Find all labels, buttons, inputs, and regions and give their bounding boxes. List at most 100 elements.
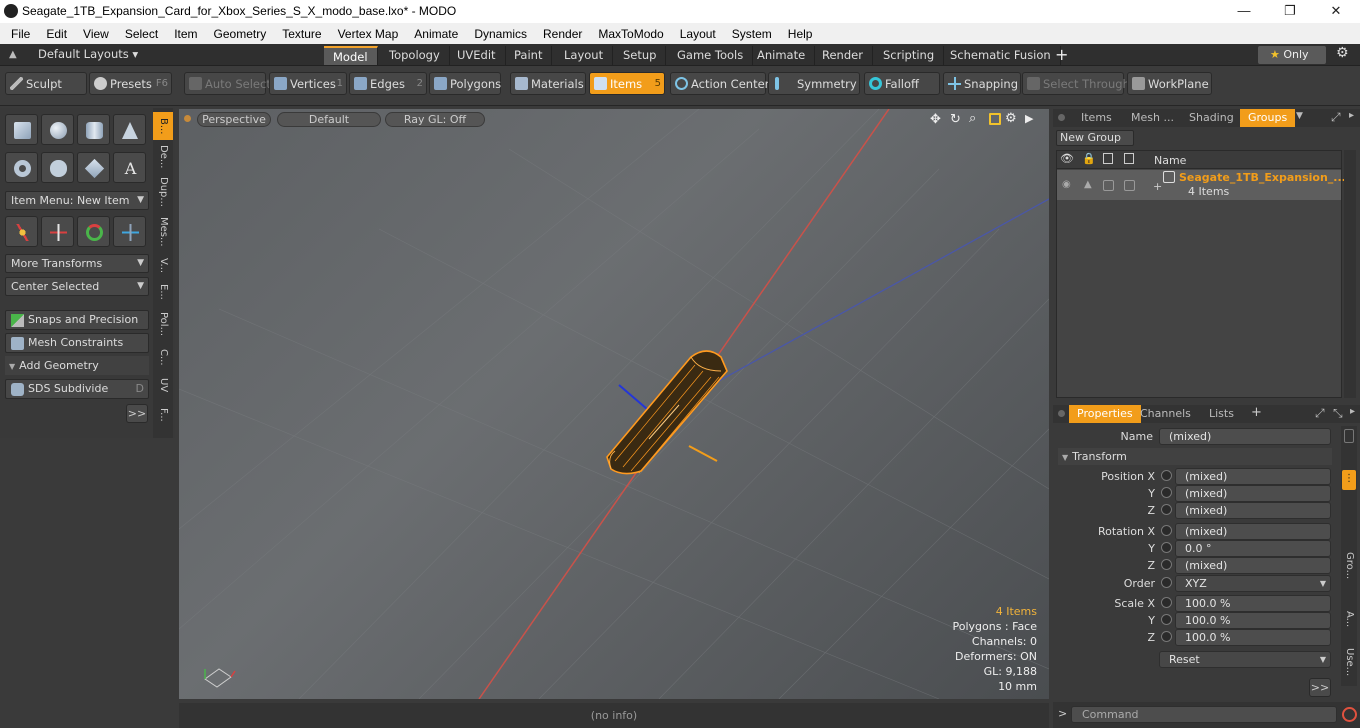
vtab-vertex[interactable]: V... — [153, 254, 173, 278]
cube-primitive-button[interactable] — [5, 114, 38, 145]
materials-button[interactable]: Materials — [510, 72, 586, 95]
tab-channels[interactable]: Channels — [1132, 405, 1199, 423]
new-group-button[interactable]: New Group — [1056, 130, 1134, 146]
tab-paint[interactable]: Paint — [505, 46, 553, 65]
default-layouts-dropdown[interactable]: Default Layouts ▾ — [38, 47, 138, 61]
tab-lists[interactable]: Lists — [1201, 405, 1242, 423]
falloff-button[interactable]: Falloff — [864, 72, 940, 95]
scale-x-field[interactable]: 100.0 % — [1175, 595, 1331, 612]
position-z-radio[interactable] — [1161, 504, 1172, 515]
presets-button[interactable]: Presets F6 — [89, 72, 172, 95]
zoom-icon[interactable]: ⌕ — [969, 111, 976, 126]
menu-help[interactable]: Help — [780, 27, 821, 41]
viewport-menu-dot-icon[interactable] — [184, 115, 191, 122]
tab-uvedit[interactable]: UVEdit — [448, 46, 506, 65]
vtab-deform[interactable]: De... — [153, 142, 173, 172]
tab-game-tools[interactable]: Game Tools — [668, 46, 754, 65]
orbit-icon[interactable]: ↻ — [950, 112, 961, 127]
transform-tool-button[interactable] — [113, 216, 146, 247]
text-tool-button[interactable]: A — [113, 152, 146, 183]
tab-scripting[interactable]: Scripting — [874, 46, 945, 65]
3d-viewport[interactable]: Perspective Default Ray GL: Off ✥ ↻ ⌕ ⚙ … — [179, 109, 1049, 699]
move-tool-button[interactable] — [5, 216, 38, 247]
select-through-button[interactable]: Select Through — [1022, 72, 1130, 95]
side-tab-handle[interactable] — [1344, 429, 1354, 443]
center-selected-dropdown[interactable]: Center Selected ▼ — [5, 277, 149, 296]
menu-file[interactable]: File — [3, 27, 38, 41]
torus-primitive-button[interactable] — [5, 152, 38, 183]
menu-render[interactable]: Render — [535, 27, 590, 41]
shading-mode-dropdown[interactable]: Default — [277, 112, 381, 127]
position-y-field[interactable]: (mixed) — [1175, 485, 1331, 502]
name-field[interactable]: (mixed) — [1159, 428, 1331, 445]
add-geometry-section[interactable]: ▼ Add Geometry — [5, 356, 149, 375]
view-mode-dropdown[interactable]: Perspective — [197, 112, 271, 127]
only-toggle[interactable]: ★ Only — [1258, 46, 1326, 64]
position-x-field[interactable]: (mixed) — [1175, 468, 1331, 485]
panel-options-icon[interactable]: ▸ — [1350, 406, 1355, 417]
vtab-curve[interactable]: C... — [153, 344, 173, 370]
items-button[interactable]: Items 5 — [589, 72, 665, 95]
position-y-radio[interactable] — [1161, 487, 1172, 498]
rotation-x-radio[interactable] — [1161, 525, 1172, 536]
mesh-constraints-button[interactable]: Mesh Constraints — [5, 333, 149, 353]
vtab-polygon[interactable]: Pol... — [153, 306, 173, 342]
tab-render[interactable]: Render — [813, 46, 873, 65]
render-checkbox[interactable] — [1103, 180, 1114, 191]
menu-system[interactable]: System — [724, 27, 780, 41]
scale-tool-button[interactable] — [77, 216, 110, 247]
collapse-panel-icon[interactable]: ⤡ — [1333, 406, 1343, 421]
tab-topology[interactable]: Topology — [380, 46, 450, 65]
menu-vertex-map[interactable]: Vertex Map — [330, 27, 407, 41]
position-x-radio[interactable] — [1161, 470, 1172, 481]
tab-layout[interactable]: Layout — [555, 46, 614, 65]
snaps-precision-button[interactable]: Snaps and Precision — [5, 310, 149, 330]
tab-items[interactable]: Items — [1073, 109, 1120, 127]
symmetry-button[interactable]: Symmetry — [768, 72, 860, 95]
capsule-primitive-button[interactable] — [41, 152, 74, 183]
scale-y-radio[interactable] — [1161, 614, 1172, 625]
menu-item[interactable]: Item — [166, 27, 205, 41]
side-tab-assembly[interactable]: A... — [1341, 606, 1357, 632]
cylinder-primitive-button[interactable] — [77, 114, 110, 145]
more-properties-button[interactable]: >> — [1309, 678, 1331, 697]
scale-x-radio[interactable] — [1161, 597, 1172, 608]
rotation-z-field[interactable]: (mixed) — [1175, 557, 1331, 574]
tab-setup[interactable]: Setup — [614, 46, 667, 65]
group-row[interactable]: ◉ ▲ + Seagate_1TB_Expansion_... 4 Items — [1057, 170, 1346, 200]
scale-y-field[interactable]: 100.0 % — [1175, 612, 1331, 629]
order-dropdown[interactable]: XYZ ▼ — [1175, 575, 1331, 592]
reset-dropdown[interactable]: Reset ▼ — [1159, 651, 1331, 668]
menu-texture[interactable]: Texture — [274, 27, 329, 41]
tab-groups[interactable]: Groups — [1240, 109, 1296, 127]
menu-animate[interactable]: Animate — [406, 27, 466, 41]
rotation-z-radio[interactable] — [1161, 559, 1172, 570]
add-layout-button[interactable]: + — [1055, 45, 1068, 64]
render-column-icon[interactable] — [1103, 153, 1113, 164]
menu-geometry[interactable]: Geometry — [206, 27, 275, 41]
panel-options-icon[interactable]: ▸ — [1349, 110, 1354, 121]
sphere-primitive-button[interactable] — [41, 114, 74, 145]
side-tab-groups[interactable]: Gro... — [1341, 546, 1357, 586]
raygl-dropdown[interactable]: Ray GL: Off — [385, 112, 485, 127]
scale-z-field[interactable]: 100.0 % — [1175, 629, 1331, 646]
more-transforms-dropdown[interactable]: More Transforms ▼ — [5, 254, 149, 273]
vertices-button[interactable]: Vertices 1 — [269, 72, 347, 95]
pan-icon[interactable]: ✥ — [930, 112, 941, 127]
eye-column-icon[interactable]: 👁 — [1060, 152, 1074, 165]
polygons-button[interactable]: Polygons — [429, 72, 501, 95]
scale-z-radio[interactable] — [1161, 631, 1172, 642]
edges-button[interactable]: Edges 2 — [349, 72, 427, 95]
fit-view-icon[interactable] — [989, 113, 1001, 125]
side-tab-active[interactable]: ⋮ — [1342, 470, 1356, 490]
panel-menu-dot-icon[interactable] — [1058, 410, 1065, 417]
minimize-button[interactable]: — — [1221, 0, 1267, 23]
tab-schematic-fusion[interactable]: Schematic Fusion — [941, 46, 1061, 65]
close-button[interactable]: ✕ — [1313, 0, 1359, 23]
add-tab-button[interactable]: + — [1251, 405, 1262, 420]
rotate-tool-button[interactable] — [41, 216, 74, 247]
menu-maxtomodo[interactable]: MaxToModo — [590, 27, 671, 41]
auto-select-button[interactable]: Auto Select — [184, 72, 271, 95]
name-column-header[interactable]: Name — [1154, 154, 1186, 167]
groups-scrollbar[interactable] — [1344, 150, 1356, 398]
